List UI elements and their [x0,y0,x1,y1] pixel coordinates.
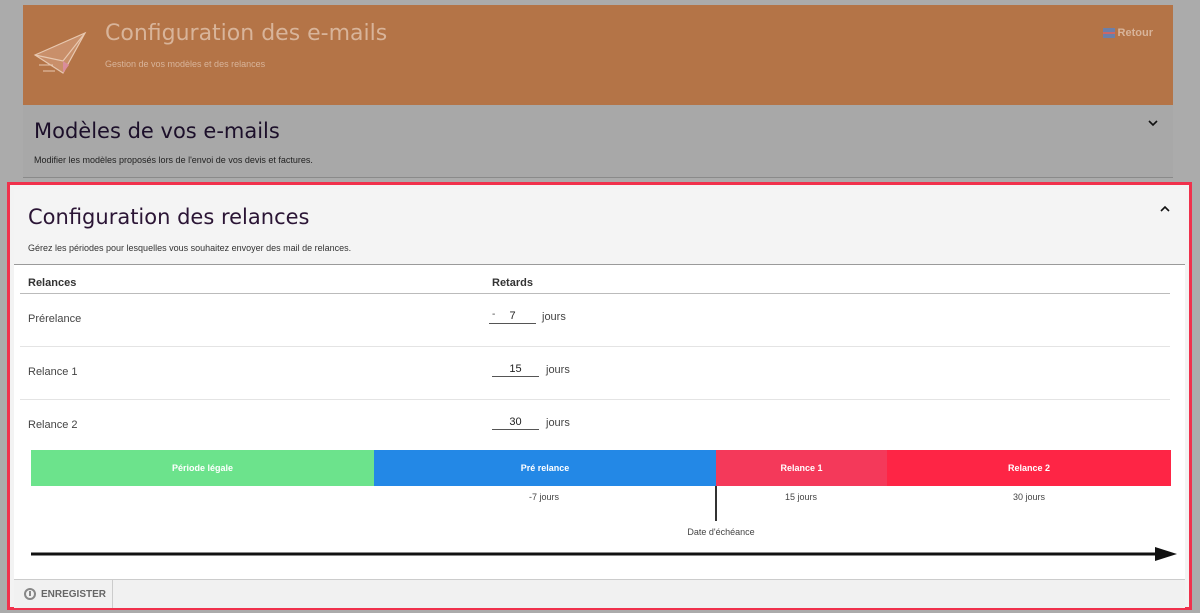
page-title: Configuration des e-mails [105,21,388,46]
segment-label: Relance 2 [1007,463,1051,473]
tick-label-relance-2: 30 jours [1012,492,1046,502]
column-relances: Relances [28,277,77,289]
relances-body: Relances Retards Prérelance - jours Rela… [14,265,1185,579]
table-row: Relance 2 jours [20,400,1170,453]
chevron-up-icon[interactable] [1159,203,1171,215]
row-label: Relance 2 [28,419,78,431]
row-unit: jours [546,417,570,429]
row-unit: jours [546,364,570,376]
relance-2-days-input[interactable] [492,414,539,430]
paper-plane-icon [33,31,87,74]
models-panel: Modèles de vos e-mails Modifier les modè… [23,105,1173,178]
tick-label-prerelance: -7 jours [528,492,560,502]
relances-panel: Configuration des relances Gérez les pér… [7,182,1192,610]
relances-title: Configuration des relances [28,205,310,229]
table-row: Prérelance - jours [20,294,1170,347]
relances-header: Configuration des relances Gérez les pér… [14,189,1185,265]
timeline-segment-relance-1: Relance 1 [716,450,887,486]
save-button[interactable]: ENREGISTER [18,580,114,608]
time-arrow-icon [31,547,1177,561]
timeline-segment-relance-2: Relance 2 [887,450,1171,486]
models-title: Modèles de vos e-mails [34,119,280,143]
page-subtitle: Gestion de vos modèles et des relances [105,59,266,69]
flag-icon [1102,28,1115,38]
models-description: Modifier les modèles proposés lors de l'… [34,155,313,165]
row-unit: jours [542,311,566,323]
tick-label-relance-1: 15 jours [784,492,818,502]
segment-label: Période légale [171,463,234,473]
segment-label: Pré relance [520,463,570,473]
timeline-segment-legal: Période légale [31,450,374,486]
relances-footer: ENREGISTER [14,579,1185,608]
relances-timeline: Période légale Pré relance Relance 1 Rel… [31,450,1171,486]
column-retards: Retards [492,277,533,289]
segment-label: Relance 1 [780,463,823,473]
due-date-label: Date d'échéance [687,527,755,537]
back-label: Retour [1117,27,1153,39]
header-banner: Configuration des e-mails Gestion de vos… [23,5,1173,105]
chevron-down-icon[interactable] [1147,117,1159,129]
back-button[interactable]: Retour [1102,27,1153,39]
row-label: Prérelance [28,313,82,325]
table-header: Relances Retards [20,275,1170,294]
table-row: Relance 1 jours [20,347,1170,400]
save-icon [24,588,36,600]
timeline-segment-prerelance: Pré relance [374,450,716,486]
due-date-marker [715,486,717,521]
save-label: ENREGISTER [41,588,107,600]
prerelance-days-input[interactable] [489,308,536,324]
relance-1-days-input[interactable] [492,361,539,377]
row-label: Relance 1 [28,366,78,378]
relances-description: Gérez les périodes pour lesquelles vous … [28,243,352,253]
